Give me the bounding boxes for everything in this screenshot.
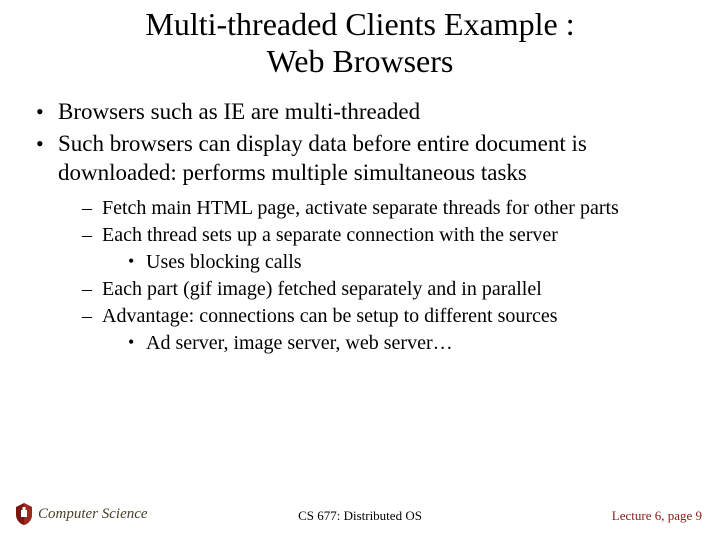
footer: Computer Science CS 677: Distributed OS … xyxy=(0,500,720,526)
subsub-bullet-item: Ad server, image server, web server… xyxy=(128,331,690,356)
slide-title: Multi-threaded Clients Example : Web Bro… xyxy=(0,0,720,80)
sub-bullet-item: Advantage: connections can be setup to d… xyxy=(82,304,690,356)
sub-bullet-text: Each thread sets up a separate connectio… xyxy=(102,224,558,246)
page-number: Lecture 6, page 9 xyxy=(612,508,702,524)
slide: Multi-threaded Clients Example : Web Bro… xyxy=(0,0,720,540)
bullet-item: Such browsers can display data before en… xyxy=(30,130,690,356)
footer-left: Computer Science xyxy=(14,502,148,526)
sub-bullet-list: Fetch main HTML page, activate separate … xyxy=(58,196,690,356)
bullet-list: Browsers such as IE are multi-threaded S… xyxy=(30,98,690,356)
course-label: CS 677: Distributed OS xyxy=(298,508,422,524)
title-line-2: Web Browsers xyxy=(267,43,454,79)
slide-body: Browsers such as IE are multi-threaded S… xyxy=(0,80,720,356)
sub-bullet-text: Each part (gif image) fetched separately… xyxy=(102,278,542,300)
umass-logo-icon xyxy=(14,502,34,526)
subsub-bullet-item: Uses blocking calls xyxy=(128,250,690,275)
sub-bullet-item: Fetch main HTML page, activate separate … xyxy=(82,196,690,221)
department-label: Computer Science xyxy=(38,506,148,523)
bullet-text: Such browsers can display data before en… xyxy=(58,131,587,185)
sub-bullet-item: Each thread sets up a separate connectio… xyxy=(82,223,690,275)
title-line-1: Multi-threaded Clients Example : xyxy=(145,6,574,42)
sub-bullet-item: Each part (gif image) fetched separately… xyxy=(82,277,690,302)
sub-bullet-text: Fetch main HTML page, activate separate … xyxy=(102,197,619,219)
subsub-bullet-list: Uses blocking calls xyxy=(102,250,690,275)
subsub-bullet-text: Ad server, image server, web server… xyxy=(146,332,453,354)
bullet-text: Browsers such as IE are multi-threaded xyxy=(58,99,420,124)
subsub-bullet-list: Ad server, image server, web server… xyxy=(102,331,690,356)
bullet-item: Browsers such as IE are multi-threaded xyxy=(30,98,690,127)
subsub-bullet-text: Uses blocking calls xyxy=(146,251,302,273)
sub-bullet-text: Advantage: connections can be setup to d… xyxy=(102,305,558,327)
